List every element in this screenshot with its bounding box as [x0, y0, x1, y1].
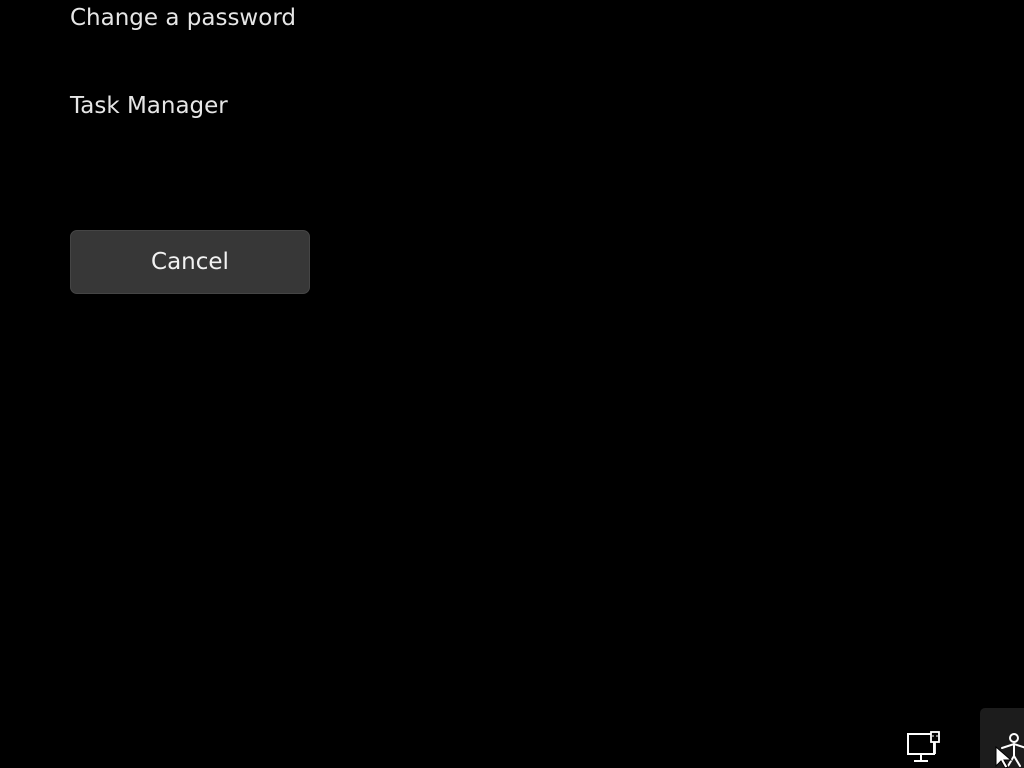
change-password-option[interactable]: Change a password [70, 3, 296, 33]
task-manager-option[interactable]: Task Manager [70, 91, 228, 121]
network-icon[interactable] [904, 728, 944, 768]
accessibility-icon[interactable] [980, 708, 1024, 768]
cancel-button[interactable]: Cancel [70, 230, 310, 294]
secure-attention-screen: Change a password Task Manager Cancel [0, 0, 1024, 768]
